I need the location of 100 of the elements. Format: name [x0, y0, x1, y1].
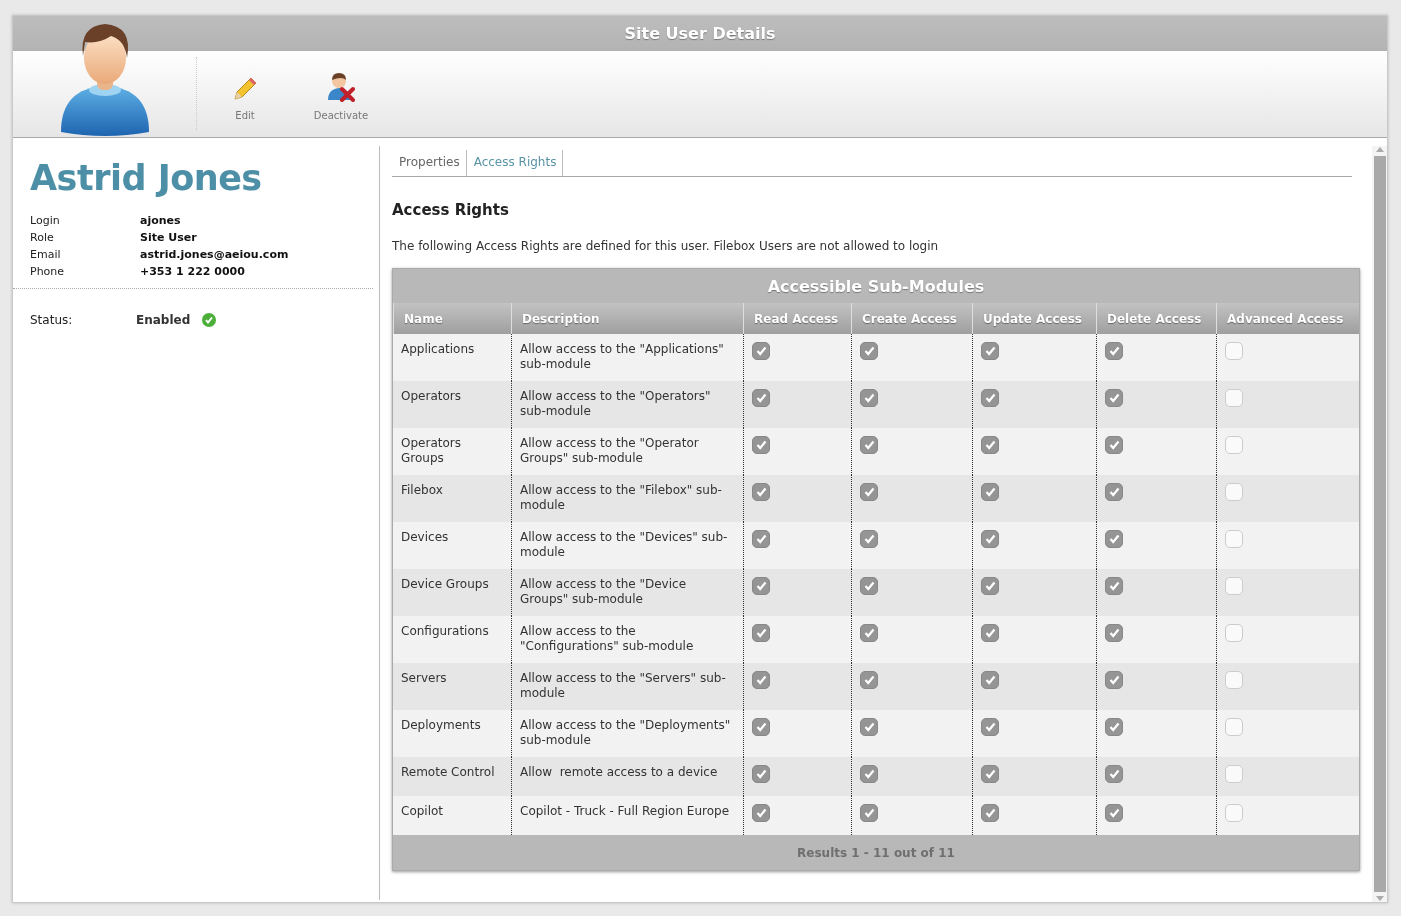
column-header: Name [393, 303, 511, 334]
checkbox[interactable] [981, 577, 999, 595]
table-cell: Allow access to the "Filebox" sub-module [511, 475, 743, 522]
checkbox[interactable] [860, 804, 878, 822]
checkbox[interactable] [1105, 436, 1123, 454]
checkbox[interactable] [1225, 718, 1243, 736]
check-icon [863, 534, 875, 544]
field-value: +353 1 222 0000 [140, 265, 246, 278]
check-icon [1108, 769, 1120, 779]
check-icon [984, 487, 996, 497]
checkbox[interactable] [981, 765, 999, 783]
check-icon [1108, 808, 1120, 818]
check-icon [755, 808, 767, 818]
check-icon [984, 581, 996, 591]
checkbox[interactable] [981, 342, 999, 360]
check-icon [984, 722, 996, 732]
checkbox[interactable] [981, 718, 999, 736]
checkbox[interactable] [1225, 671, 1243, 689]
checkbox[interactable] [860, 342, 878, 360]
table-cell: Operators [393, 381, 511, 428]
check-icon [1108, 534, 1120, 544]
check-icon [1108, 675, 1120, 685]
checkbox[interactable] [860, 624, 878, 642]
checkbox[interactable] [1225, 436, 1243, 454]
checkbox[interactable] [860, 530, 878, 548]
check-icon [863, 487, 875, 497]
field-label: Phone [30, 265, 66, 278]
checkbox[interactable] [752, 342, 770, 360]
check-icon [755, 722, 767, 732]
checkbox[interactable] [1105, 342, 1123, 360]
checkbox[interactable] [860, 577, 878, 595]
check-icon [755, 581, 767, 591]
checkbox[interactable] [752, 765, 770, 783]
checkbox[interactable] [1225, 577, 1243, 595]
checkbox[interactable] [1105, 530, 1123, 548]
check-icon [863, 722, 875, 732]
checkbox[interactable] [1105, 718, 1123, 736]
checkbox[interactable] [752, 718, 770, 736]
checkbox[interactable] [860, 765, 878, 783]
checkbox[interactable] [752, 436, 770, 454]
arrow-up-icon[interactable] [1375, 146, 1384, 152]
column-header: Update Access [972, 303, 1096, 334]
checkbox[interactable] [981, 436, 999, 454]
status-value: Enabled [136, 313, 191, 327]
checkbox[interactable] [1105, 671, 1123, 689]
checkbox[interactable] [752, 804, 770, 822]
field-value: ajones [140, 214, 182, 227]
checkbox[interactable] [752, 624, 770, 642]
deactivate-button[interactable]: Deactivate [293, 51, 389, 137]
checkbox[interactable] [1225, 624, 1243, 642]
arrow-down-icon[interactable] [1375, 896, 1384, 902]
checkbox[interactable] [1105, 765, 1123, 783]
check-icon [755, 393, 767, 403]
checkbox[interactable] [1225, 530, 1243, 548]
check-icon [863, 346, 875, 356]
field-value: Site User [140, 231, 198, 244]
checkbox[interactable] [752, 530, 770, 548]
checkbox[interactable] [1225, 765, 1243, 783]
scrollbar[interactable] [1372, 146, 1387, 902]
checkbox[interactable] [752, 483, 770, 501]
edit-button[interactable]: Edit [197, 51, 293, 137]
check-icon [984, 675, 996, 685]
checkbox[interactable] [1105, 624, 1123, 642]
checkbox[interactable] [860, 436, 878, 454]
checkbox[interactable] [981, 671, 999, 689]
check-icon [755, 440, 767, 450]
check-icon [1108, 346, 1120, 356]
tab[interactable]: Access Rights [466, 150, 564, 176]
field-label: Role [30, 231, 55, 244]
checkbox[interactable] [752, 577, 770, 595]
table-cell: Allow remote access to a device [511, 757, 743, 796]
checkbox[interactable] [1225, 342, 1243, 360]
checkbox[interactable] [981, 389, 999, 407]
check-icon [863, 393, 875, 403]
table-footer: Results 1 - 11 out of 11 [393, 835, 1359, 870]
check-icon [984, 393, 996, 403]
checkbox[interactable] [981, 483, 999, 501]
check-icon [755, 487, 767, 497]
checkbox[interactable] [1105, 483, 1123, 501]
checkbox[interactable] [1225, 804, 1243, 822]
checkbox[interactable] [1225, 389, 1243, 407]
checkbox[interactable] [860, 718, 878, 736]
checkbox[interactable] [981, 624, 999, 642]
checkbox[interactable] [1105, 804, 1123, 822]
checkbox[interactable] [1105, 389, 1123, 407]
checkbox[interactable] [981, 804, 999, 822]
checkbox[interactable] [860, 483, 878, 501]
column-header: Create Access [851, 303, 972, 334]
checkbox[interactable] [752, 389, 770, 407]
checkbox[interactable] [1225, 483, 1243, 501]
table-cell: Servers [393, 663, 511, 710]
checkbox[interactable] [860, 389, 878, 407]
checkbox[interactable] [981, 530, 999, 548]
checkbox[interactable] [860, 671, 878, 689]
checkbox[interactable] [752, 671, 770, 689]
tab[interactable]: Properties [392, 150, 467, 176]
table-cell: Remote Control [393, 757, 511, 796]
checkbox[interactable] [1105, 577, 1123, 595]
pencil-icon [232, 76, 258, 102]
check-icon [755, 675, 767, 685]
